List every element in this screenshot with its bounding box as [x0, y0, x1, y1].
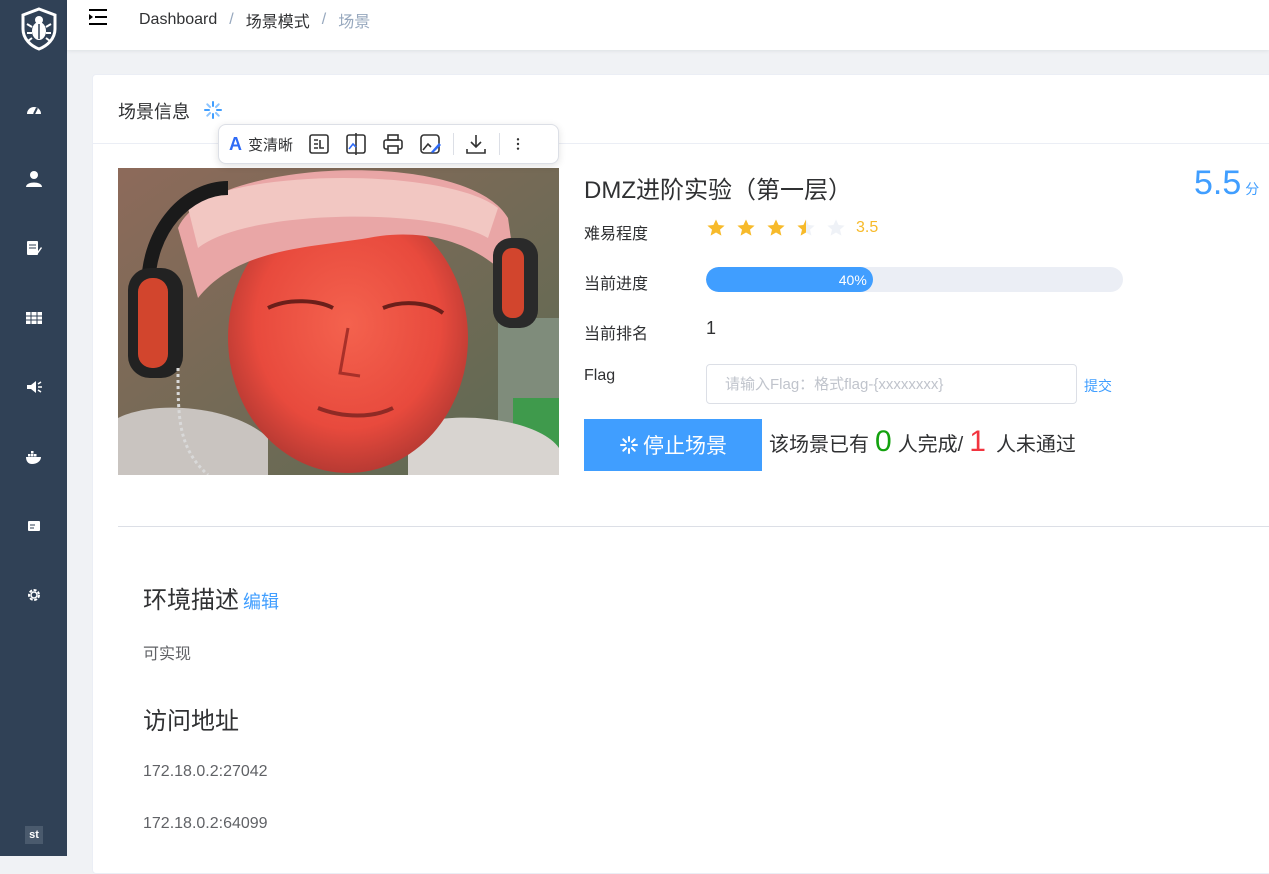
difficulty-rating: 3.5	[706, 218, 878, 238]
nav-card[interactable]	[0, 506, 67, 546]
breadcrumb-separator: /	[321, 11, 327, 28]
star-icon	[767, 219, 785, 236]
completed-count: 0	[875, 425, 892, 458]
toolbar-divider	[499, 133, 501, 155]
gear-icon	[27, 589, 40, 601]
star-icon	[707, 219, 725, 236]
scene-stats: 该场景已有 0 人完成/ 1 人未通过	[769, 425, 1076, 459]
toolbar-divider	[453, 133, 455, 155]
failed-count: 1	[969, 425, 986, 458]
more-vertical-icon	[516, 138, 520, 150]
difficulty-label: 难易程度	[584, 226, 649, 243]
breadcrumb: Dashboard / 场景模式 / 场景	[139, 8, 370, 32]
breadcrumb-current: 场景	[338, 14, 371, 31]
rank-label: 当前排名	[584, 326, 649, 343]
description-title: 环境描述	[143, 587, 239, 614]
nav-settings[interactable]	[0, 575, 67, 615]
stop-scene-button[interactable]: 停止场景	[584, 419, 762, 471]
download-icon	[466, 135, 486, 154]
loading-icon	[620, 436, 638, 454]
hamburger-icon[interactable]	[87, 7, 109, 27]
star-half-icon	[797, 219, 815, 236]
scene-score: 5.5 分	[1194, 164, 1259, 203]
breadcrumb-separator: /	[229, 11, 234, 28]
sidebar: st	[0, 0, 67, 856]
score-value: 5.5	[1194, 164, 1242, 202]
user-icon	[25, 171, 42, 187]
submit-flag-button[interactable]: 提交	[1084, 376, 1112, 396]
breadcrumb-parent[interactable]: 场景模式	[246, 8, 310, 32]
shield-bug-logo[interactable]	[19, 7, 59, 51]
edit-description-link[interactable]: 编辑	[243, 592, 279, 612]
description-heading: 环境描述 编辑	[143, 580, 279, 615]
section-divider	[118, 526, 1269, 527]
download-button[interactable]	[464, 130, 488, 158]
image-toolbar: A 变清晰	[218, 124, 559, 164]
loading-icon	[204, 101, 222, 119]
nav-table[interactable]	[0, 298, 67, 338]
dashboard-icon	[26, 107, 41, 115]
access-title: 访问地址	[143, 708, 239, 735]
stats-prefix: 该场景已有	[769, 434, 869, 456]
nav-dashboard[interactable]	[0, 90, 67, 130]
stop-scene-label: 停止场景	[643, 435, 727, 458]
failed-suffix: 人未通过	[995, 434, 1076, 456]
progress-label: 当前进度	[584, 276, 649, 293]
access-address[interactable]: 172.18.0.2:64099	[143, 815, 268, 833]
compare-button[interactable]	[344, 130, 368, 158]
edit-image-button[interactable]	[418, 130, 442, 158]
edit-doc-icon	[26, 241, 42, 255]
score-unit: 分	[1245, 181, 1260, 197]
user-avatar[interactable]: st	[25, 826, 43, 844]
ocr-icon	[309, 134, 329, 154]
progress-bar: 40%	[706, 267, 1123, 292]
compare-icon	[346, 133, 366, 155]
nav-docker[interactable]	[0, 437, 67, 477]
card-title: 场景信息	[118, 102, 190, 122]
enhance-button[interactable]: A 变清晰	[229, 130, 293, 158]
completed-suffix: 人完成/	[897, 434, 964, 456]
scene-image	[118, 168, 559, 475]
nav-user[interactable]	[0, 159, 67, 199]
rank-value: 1	[706, 318, 717, 338]
edit-image-icon	[420, 134, 442, 154]
table-icon	[25, 312, 42, 324]
announce-icon	[26, 381, 42, 393]
ai-icon: A	[229, 133, 242, 154]
scene-title: DMZ进阶实验（第一层）	[584, 177, 852, 204]
nav-edit[interactable]	[0, 228, 67, 268]
rating-text: 3.5	[856, 219, 879, 236]
ocr-button[interactable]	[307, 130, 331, 158]
print-icon	[383, 134, 403, 154]
progress-fill: 40%	[706, 267, 873, 292]
progress-text: 40%	[838, 271, 867, 288]
flag-label: Flag	[584, 367, 616, 384]
star-empty-icon	[827, 219, 845, 236]
more-button[interactable]	[510, 130, 526, 158]
nav-announce[interactable]	[0, 367, 67, 407]
access-address[interactable]: 172.18.0.2:27042	[143, 763, 268, 781]
top-navbar: Dashboard / 场景模式 / 场景	[67, 0, 1269, 50]
breadcrumb-home[interactable]: Dashboard	[139, 11, 217, 29]
star-icon	[737, 219, 755, 236]
flag-input[interactable]	[706, 364, 1077, 404]
card-icon	[27, 521, 40, 531]
enhance-label: 变清晰	[248, 136, 294, 154]
docker-icon	[25, 451, 41, 464]
print-button[interactable]	[381, 130, 405, 158]
description-text: 可实现	[143, 646, 192, 663]
